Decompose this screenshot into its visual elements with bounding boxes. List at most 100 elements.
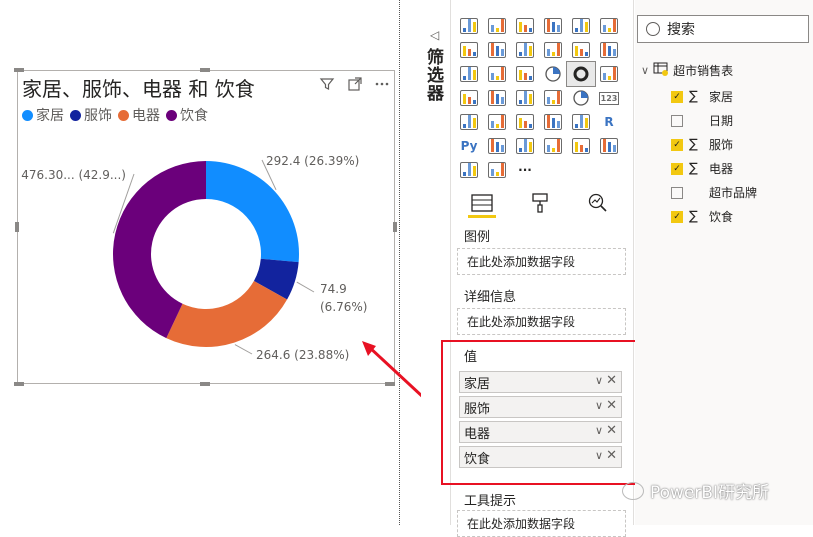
close-icon[interactable]: ✕ [606,423,617,438]
pie-chart-glyph [545,66,561,82]
field-item[interactable]: ✓ ∑ 家居 [671,88,733,105]
stacked-area-glyph [516,42,534,58]
search-input[interactable]: 搜索 [637,15,809,43]
azure-map-glyph [544,90,562,106]
stacked-bar-icon[interactable] [455,14,483,38]
matrix-icon[interactable] [567,110,595,134]
tooltip-drop-zone[interactable]: 在此处添加数据字段 [457,510,626,537]
scatter-glyph [516,66,534,82]
sigma-icon: ∑ [689,161,698,176]
line-clustered-column-glyph [572,42,590,58]
gauge-icon[interactable] [567,86,595,110]
collapse-left-icon[interactable]: ◁ [430,28,439,42]
chevron-down-icon[interactable]: ∨ [641,64,649,77]
donut-slice[interactable] [166,280,288,348]
filters-label: 筛选器 [423,48,443,102]
line-column-glyph [544,42,562,58]
scatter-icon[interactable] [511,62,539,86]
analytics-tab-icon[interactable] [578,188,618,218]
stacked-area-icon[interactable] [511,38,539,62]
waterfall-icon[interactable] [455,62,483,86]
qa-icon[interactable] [539,134,567,158]
map-icon[interactable] [455,86,483,110]
checkbox[interactable] [671,114,683,127]
100-stacked-column-icon[interactable] [595,14,623,38]
chevron-down-icon[interactable]: ∨ [595,449,603,462]
ellipsis-glyph: ··· [518,163,532,177]
100-stacked-bar-icon[interactable] [567,14,595,38]
watermark: PowerBI研究所 [622,478,769,503]
checkbox[interactable] [671,186,683,199]
filled-map-glyph [488,90,506,106]
value-field-item[interactable]: 家居 ∨ ✕ [459,371,622,393]
checkbox-checked[interactable]: ✓ [671,138,683,151]
ellipsis-icon[interactable]: ··· [511,158,539,182]
area-chart-icon[interactable] [483,38,511,62]
stacked-column-icon[interactable] [483,14,511,38]
table-icon [653,62,669,79]
value-field-item[interactable]: 服饰 ∨ ✕ [459,396,622,418]
chevron-down-icon[interactable]: ∨ [595,399,603,412]
power-automate-icon[interactable] [483,158,511,182]
card-icon[interactable]: 123 [595,86,623,110]
close-icon[interactable]: ✕ [606,373,617,388]
field-item[interactable]: 日期 [671,112,733,129]
table-node[interactable]: ∨ 超市销售表 [641,62,733,79]
qa-glyph [544,138,562,154]
ribbon-chart-icon[interactable] [595,38,623,62]
kpi-icon[interactable] [483,110,511,134]
format-tab-icon[interactable] [520,188,560,218]
value-field-label: 饮食 [464,451,491,467]
line-chart-icon[interactable] [455,38,483,62]
treemap-glyph [600,66,618,82]
pie-chart-icon[interactable] [539,62,567,86]
r-visual-icon[interactable]: R [595,110,623,134]
checkbox-checked[interactable]: ✓ [671,210,683,223]
table-icon[interactable] [539,110,567,134]
line-clustered-column-icon[interactable] [567,38,595,62]
azure-map-icon[interactable] [539,86,567,110]
chevron-down-icon[interactable]: ∨ [595,424,603,437]
100-stacked-column-glyph [600,18,618,34]
close-icon[interactable]: ✕ [606,448,617,463]
field-item[interactable]: ✓ ∑ 服饰 [671,136,733,153]
legend-drop-zone[interactable]: 在此处添加数据字段 [457,248,626,275]
chevron-down-icon[interactable]: ∨ [595,374,603,387]
donut-chart-icon[interactable] [566,61,596,87]
paginated-report-icon[interactable] [567,134,595,158]
value-field-label: 家居 [464,376,491,392]
python-visual-glyph: Py [460,139,478,153]
field-item[interactable]: 超市品牌 [671,184,757,201]
field-item[interactable]: ✓ ∑ 电器 [671,160,733,177]
leader-line [296,281,315,293]
filled-map-icon[interactable] [483,86,511,110]
power-apps-icon[interactable] [455,158,483,182]
funnel-icon[interactable] [483,62,511,86]
shape-map-icon[interactable] [511,86,539,110]
ribbon-chart-glyph [600,42,618,58]
multi-row-card-icon[interactable] [455,110,483,134]
value-field-item[interactable]: 电器 ∨ ✕ [459,421,622,443]
treemap-icon[interactable] [595,62,623,86]
fields-tab-icon[interactable] [462,188,502,218]
slicer-icon[interactable] [511,110,539,134]
decomposition-tree-icon[interactable] [511,134,539,158]
key-influencers-icon[interactable] [483,134,511,158]
checkbox-checked[interactable]: ✓ [671,162,683,175]
line-column-icon[interactable] [539,38,567,62]
donut-slice[interactable] [206,161,299,263]
matrix-glyph [572,114,590,130]
gauge-glyph [573,90,589,106]
python-visual-icon[interactable]: Py [455,134,483,158]
more-visuals-icon[interactable] [595,134,623,158]
data-label: 292.4 (26.39%) [266,154,359,168]
field-item[interactable]: ✓ ∑ 饮食 [671,208,733,225]
area-chart-glyph [488,42,506,58]
details-well-label: 详细信息 [464,290,517,305]
close-icon[interactable]: ✕ [606,398,617,413]
clustered-column-icon[interactable] [539,14,567,38]
checkbox-checked[interactable]: ✓ [671,90,683,103]
value-field-item[interactable]: 饮食 ∨ ✕ [459,446,622,468]
clustered-bar-icon[interactable] [511,14,539,38]
details-drop-zone[interactable]: 在此处添加数据字段 [457,308,626,335]
